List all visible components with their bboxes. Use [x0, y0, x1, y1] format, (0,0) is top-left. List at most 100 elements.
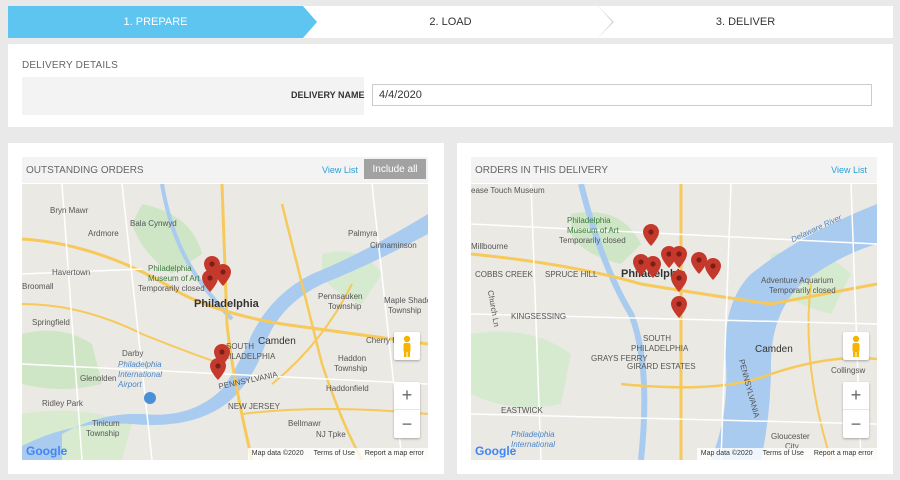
view-list-link[interactable]: View List [322, 165, 358, 175]
map-label: ease Touch Museum [471, 186, 545, 195]
map-label: Museum of Art [148, 274, 200, 283]
map-label: Temporarily closed [138, 284, 205, 293]
map-label: Museum of Art [567, 226, 619, 235]
map-label: Bala Cynwyd [130, 219, 177, 228]
map-label: Gloucester [771, 432, 810, 441]
order-pin[interactable] [645, 256, 661, 278]
map-label: Maple Shade [384, 296, 428, 305]
map-attribution: Map data ©2020 Terms of Use Report a map… [247, 448, 428, 460]
outstanding-orders-map[interactable]: Bryn Mawr Bala Cynwyd Ardmore Havertown … [22, 184, 428, 460]
google-logo: Google [26, 444, 68, 458]
step-load-label: 2. LOAD [429, 16, 472, 28]
step-prepare[interactable]: 1. PREPARE [8, 6, 317, 38]
map-label: PHILADELPHIA [631, 344, 689, 353]
report-error-link[interactable]: Report a map error [814, 450, 873, 458]
map-label: Pennsauken [318, 292, 363, 301]
map-label: Haddon [338, 354, 367, 363]
step-prepare-label: 1. PREPARE [123, 16, 188, 28]
map-label: Glenolden [80, 374, 117, 383]
order-pin[interactable] [202, 270, 218, 292]
report-error-link[interactable]: Report a map error [365, 450, 424, 458]
map-label: SPRUCE HILL [545, 270, 598, 279]
delivery-orders-panel: ORDERS IN THIS DELIVERY View List ease T… [457, 143, 893, 474]
delivery-name-input[interactable] [372, 84, 872, 106]
order-pin[interactable] [210, 358, 226, 380]
map-label: Bryn Mawr [50, 206, 89, 215]
map-label: Haddonfield [326, 384, 369, 393]
zoom-controls: + − [843, 382, 869, 438]
map-label: SOUTH [226, 342, 254, 351]
map-label: Ridley Park [42, 399, 83, 408]
step-deliver-label: 3. DELIVER [715, 16, 776, 28]
map-label: Philadelphia [148, 264, 192, 273]
zoom-controls: + − [394, 382, 420, 438]
map-label: Township [328, 302, 362, 311]
step-arrow [303, 6, 317, 38]
order-pin[interactable] [671, 296, 687, 318]
street-view-pegman-icon[interactable] [843, 332, 869, 360]
map-label: Township [388, 306, 422, 315]
map-label: Bellmawr [288, 419, 321, 428]
map-label: Millbourne [471, 242, 508, 251]
map-label: Havertown [52, 268, 91, 277]
step-load[interactable]: 2. LOAD [303, 6, 614, 38]
map-label: NJ Tpke [316, 430, 346, 439]
map-label: Philadelphia [118, 360, 162, 369]
delivery-orders-title: ORDERS IN THIS DELIVERY [475, 165, 608, 176]
map-label: KINGSESSING [511, 312, 567, 321]
map-label: Camden [258, 336, 296, 347]
map-label: SOUTH [643, 334, 671, 343]
map-label: NEW JERSEY [228, 402, 281, 411]
map-label: Township [86, 429, 120, 438]
map-label: GIRARD ESTATES [627, 362, 696, 371]
map-label: Temporarily closed [559, 236, 626, 245]
map-label: Ardmore [88, 229, 119, 238]
map-city-label: Philadelphia [194, 298, 259, 310]
map-label: Springfield [32, 318, 70, 327]
map-label: COBBS CREEK [475, 270, 533, 279]
map-label: Temporarily closed [769, 286, 836, 295]
map-label: International [118, 370, 163, 379]
delivery-details-title: DELIVERY DETAILS [22, 60, 119, 71]
map-label: Cinnaminson [370, 241, 417, 250]
include-all-button[interactable]: Include all [364, 159, 426, 179]
delivery-name-label: DELIVERY NAME [291, 90, 365, 100]
step-arrow [598, 6, 612, 38]
outstanding-orders-title: OUTSTANDING ORDERS [26, 165, 144, 176]
delivery-orders-header: ORDERS IN THIS DELIVERY View List [471, 157, 877, 183]
map-label: Collingsw [831, 366, 866, 375]
map-label: Palmyra [348, 229, 378, 238]
order-pin[interactable] [671, 246, 687, 268]
map-label: EASTWICK [501, 406, 543, 415]
outstanding-orders-panel: OUTSTANDING ORDERS View List Include all [8, 143, 444, 474]
terms-link[interactable]: Terms of Use [763, 450, 804, 458]
view-list-link[interactable]: View List [831, 165, 867, 175]
map-label: Darby [122, 349, 144, 358]
zoom-out-button[interactable]: − [394, 410, 420, 438]
map-data-text: Map data ©2020 [251, 450, 304, 457]
delivery-details-panel: DELIVERY DETAILS DELIVERY NAME [8, 44, 893, 127]
map-label: Township [334, 364, 368, 373]
map-attribution: Map data ©2020 Terms of Use Report a map… [696, 448, 877, 460]
street-view-pegman-icon[interactable] [394, 332, 420, 360]
outstanding-orders-header: OUTSTANDING ORDERS View List Include all [22, 157, 428, 183]
map-label: Airport [118, 380, 142, 389]
terms-link[interactable]: Terms of Use [314, 450, 355, 458]
delivery-orders-map[interactable]: ease Touch Museum Philadelphia Museum of… [471, 184, 877, 460]
map-label: International [511, 440, 556, 449]
zoom-in-button[interactable]: + [843, 382, 869, 410]
order-pin[interactable] [705, 258, 721, 280]
order-pin[interactable] [643, 224, 659, 246]
map-label: Philadelphia [567, 216, 611, 225]
order-pin[interactable] [671, 270, 687, 292]
map-label: Philadelphia [511, 430, 555, 439]
map-label: Broomall [22, 282, 54, 291]
step-deliver[interactable]: 3. DELIVER [598, 6, 893, 38]
map-label: Tinicum [92, 419, 120, 428]
zoom-out-button[interactable]: − [843, 410, 869, 438]
zoom-in-button[interactable]: + [394, 382, 420, 410]
map-base [22, 184, 428, 460]
progress-stepper: 1. PREPARE 2. LOAD 3. DELIVER [8, 6, 893, 38]
map-label: Camden [755, 344, 793, 355]
google-logo: Google [475, 444, 517, 458]
